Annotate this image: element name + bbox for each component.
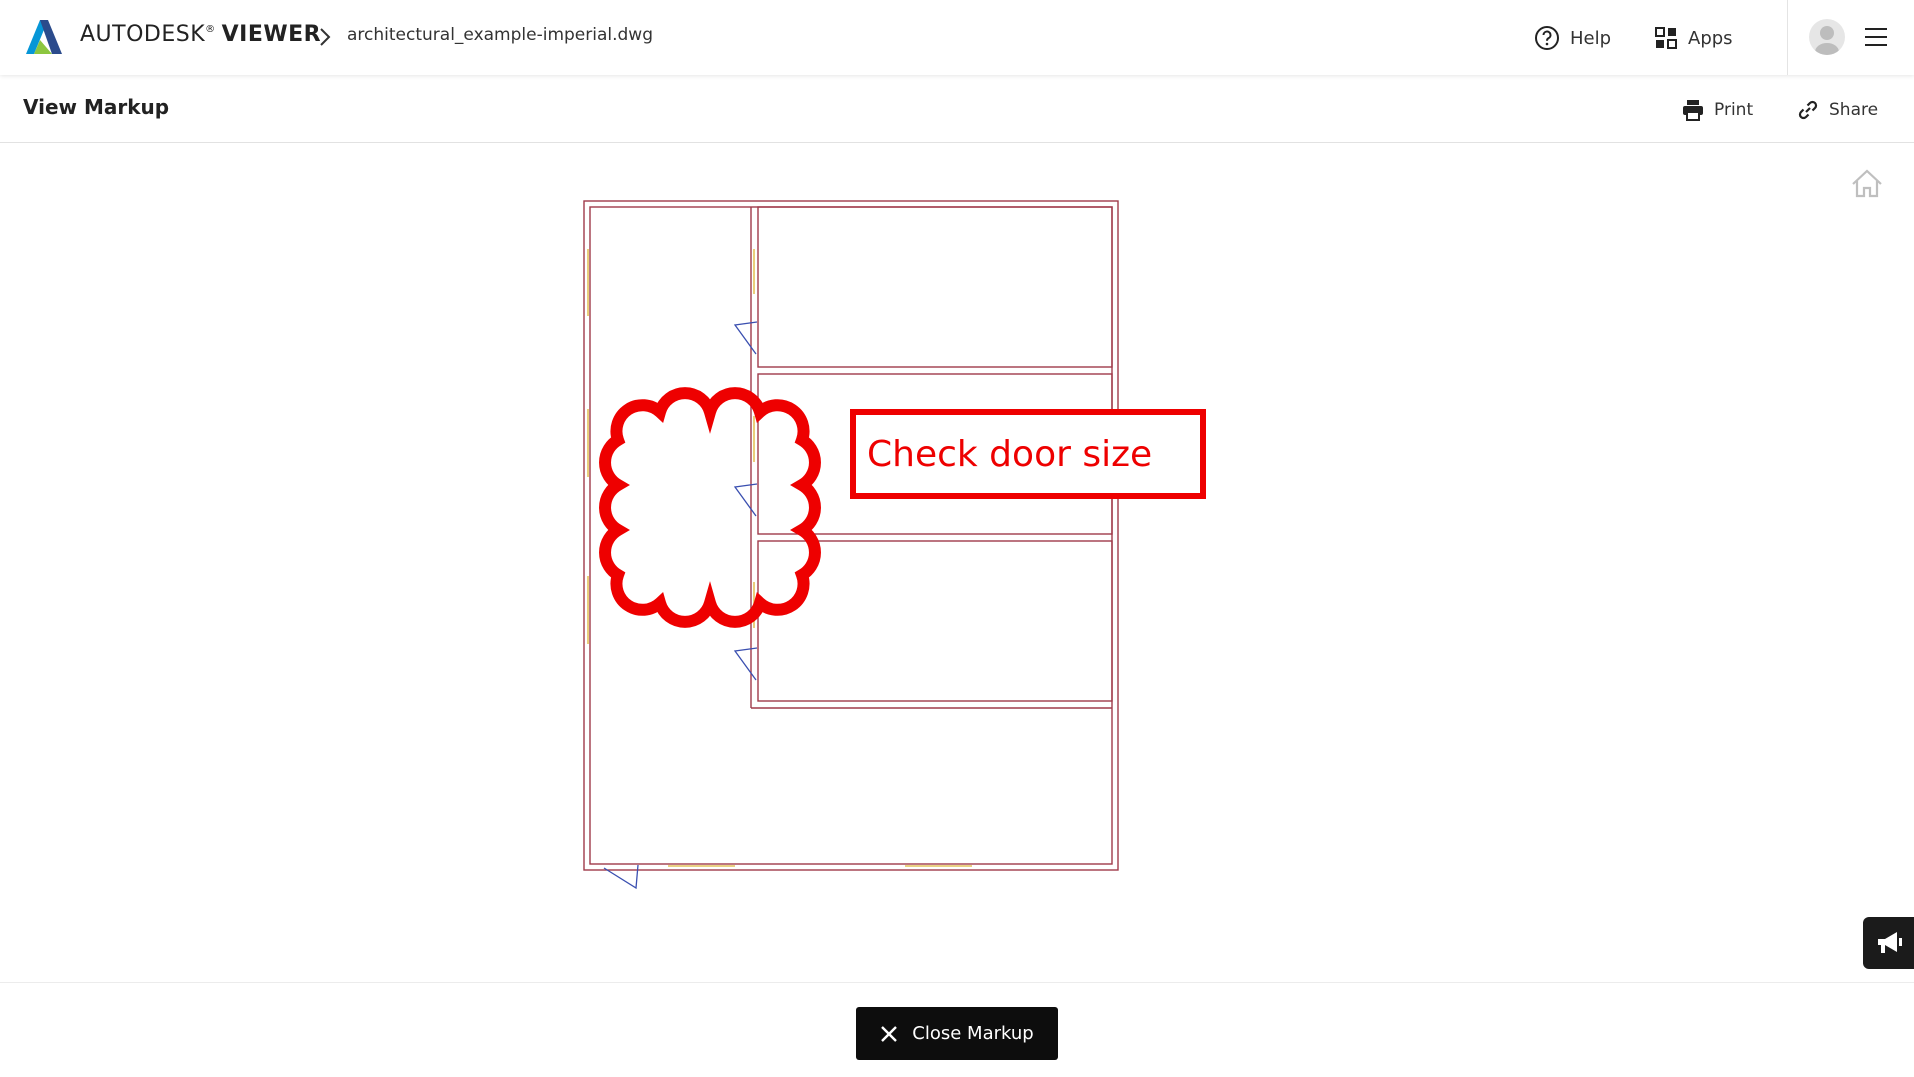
user-silhouette-icon — [1815, 26, 1839, 55]
user-avatar[interactable] — [1809, 19, 1845, 55]
apps-label: Apps — [1688, 27, 1733, 49]
megaphone-icon — [1877, 932, 1902, 953]
floor-plan-drawing[interactable]: Check door size — [0, 144, 1914, 982]
print-label: Print — [1714, 100, 1754, 120]
hamburger-menu-icon[interactable] — [1864, 25, 1888, 49]
callout-text: Check door size — [867, 434, 1152, 475]
print-button[interactable]: Print — [1682, 97, 1753, 123]
printer-icon — [1683, 100, 1703, 121]
share-button[interactable]: Share — [1797, 97, 1878, 123]
brand-product: VIEWER — [221, 22, 322, 47]
feedback-button[interactable] — [1863, 917, 1914, 969]
window-marks — [587, 249, 972, 867]
wall-lines — [583, 200, 1119, 871]
close-markup-button[interactable]: Close Markup — [856, 1007, 1058, 1060]
chevron-right-icon — [320, 28, 331, 46]
close-markup-label: Close Markup — [912, 1023, 1034, 1044]
help-label: Help — [1570, 27, 1612, 49]
help-button[interactable]: Help — [1534, 24, 1611, 52]
brand-name: AUTODESK — [80, 22, 206, 47]
autodesk-logo-icon[interactable] — [26, 20, 62, 54]
brand-trademark: ® — [205, 24, 216, 35]
revision-cloud-markup[interactable] — [599, 387, 821, 628]
header-divider — [1787, 0, 1788, 75]
breadcrumb-filename: architectural_example-imperial.dwg — [347, 25, 653, 45]
apps-button[interactable]: Apps — [1654, 24, 1733, 52]
page-title: View Markup — [23, 95, 170, 119]
apps-grid-icon — [1655, 27, 1677, 49]
help-circle-icon — [1535, 26, 1559, 50]
home-icon[interactable] — [1850, 168, 1884, 200]
text-callout-markup[interactable]: Check door size — [850, 409, 1206, 499]
viewer-canvas[interactable]: Check door size — [0, 144, 1914, 982]
markup-toolbar: View Markup Print Share — [0, 75, 1914, 143]
share-label: Share — [1829, 100, 1879, 120]
brand-title: AUTODESK® VIEWER — [80, 22, 321, 47]
app-header: AUTODESK® VIEWER architectural_example-im… — [0, 0, 1914, 75]
close-x-icon — [881, 1025, 898, 1042]
bottom-action-bar: Close Markup — [0, 982, 1914, 1077]
link-icon — [1798, 100, 1818, 120]
